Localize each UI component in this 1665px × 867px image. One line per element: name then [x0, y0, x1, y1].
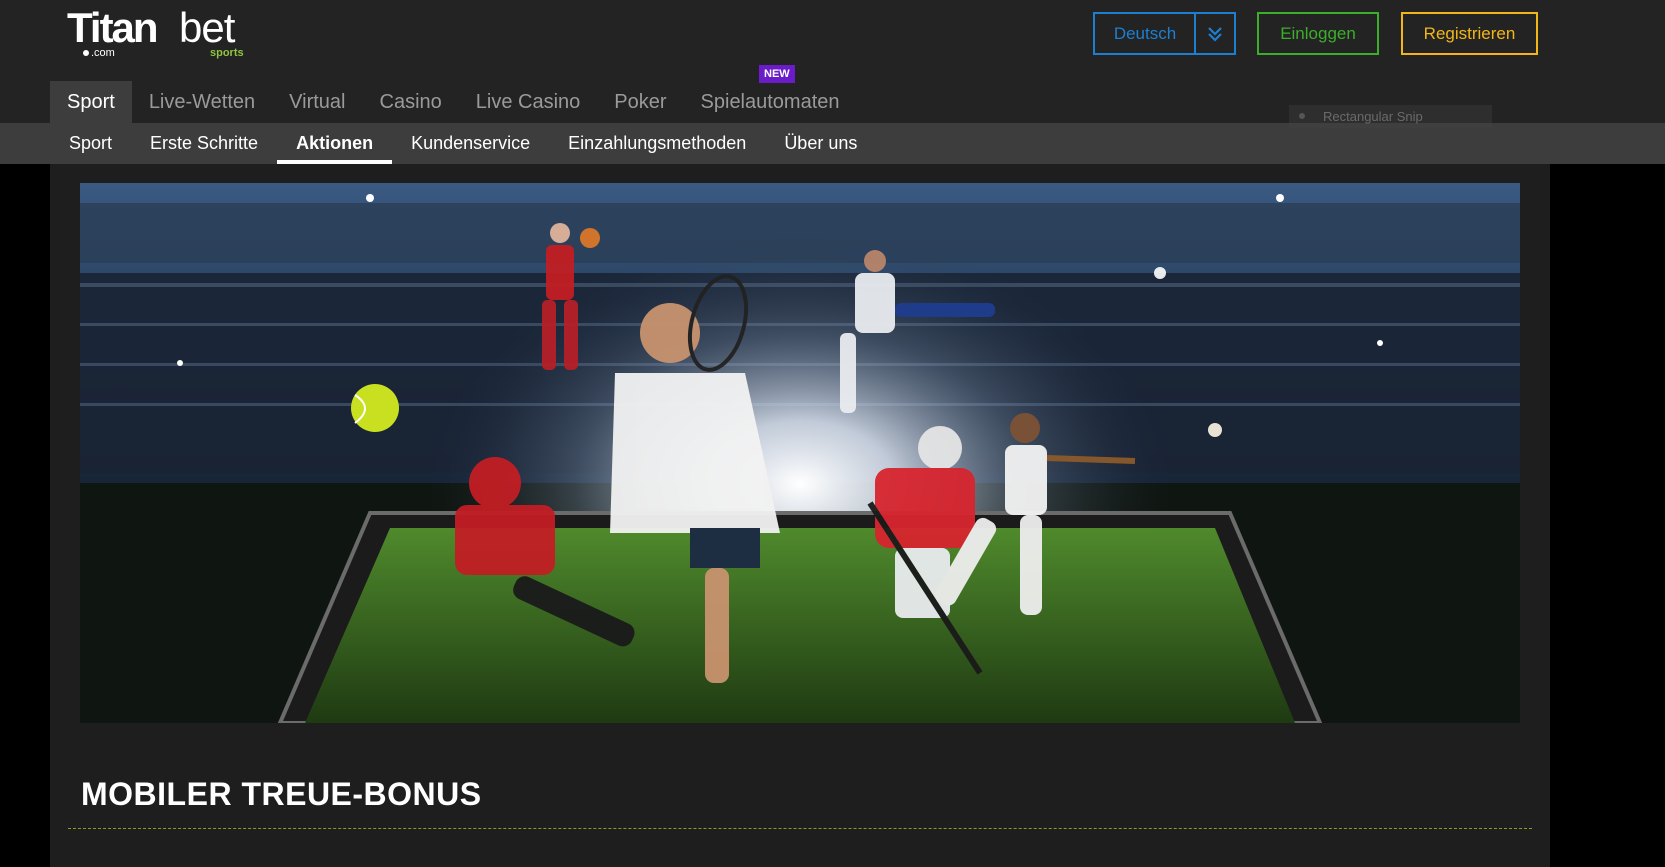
rectangular-snip-overlay: Rectangular Snip	[1289, 105, 1492, 128]
register-button[interactable]: Registrieren	[1401, 12, 1538, 55]
main-nav-spielautomaten[interactable]: Spielautomaten	[684, 81, 857, 123]
main-nav-casino[interactable]: Casino	[363, 81, 459, 123]
language-select-button[interactable]: Deutsch	[1093, 12, 1195, 55]
main-nav-sport[interactable]: Sport	[50, 81, 132, 123]
sub-nav-einzahlungsmethoden[interactable]: Einzahlungsmethoden	[549, 123, 765, 164]
logo-suffix: .com	[83, 47, 115, 59]
sub-nav-kundenservice[interactable]: Kundenservice	[392, 123, 549, 164]
language-dropdown-toggle[interactable]	[1194, 12, 1236, 55]
main-nav-live-wetten[interactable]: Live-Wetten	[132, 81, 272, 123]
sub-nav-aktionen[interactable]: Aktionen	[277, 123, 393, 164]
heading-divider	[68, 828, 1532, 829]
sub-nav: Sport Erste Schritte Aktionen Kundenserv…	[0, 123, 1665, 164]
promo-banner-image	[80, 183, 1520, 723]
main-content: MOBILER TREUE-BONUS	[50, 164, 1550, 867]
main-nav: Sport Live-Wetten Virtual Casino Live Ca…	[50, 81, 857, 123]
main-nav-live-casino[interactable]: Live Casino	[459, 81, 598, 123]
new-badge: NEW	[759, 65, 795, 83]
main-nav-virtual[interactable]: Virtual	[272, 81, 362, 123]
main-nav-poker[interactable]: Poker	[597, 81, 683, 123]
page-title: MOBILER TREUE-BONUS	[81, 776, 482, 812]
logo-brand-bold: Titan	[67, 4, 159, 51]
double-chevron-down-icon	[1208, 26, 1222, 42]
sub-nav-sport[interactable]: Sport	[50, 123, 131, 164]
login-button[interactable]: Einloggen	[1257, 12, 1379, 55]
sub-nav-ueber-uns[interactable]: Über uns	[765, 123, 876, 164]
logo-tagline: sports	[210, 47, 244, 59]
sub-nav-erste-schritte[interactable]: Erste Schritte	[131, 123, 277, 164]
logo-brand-light: bet	[179, 4, 235, 51]
titanbet-logo[interactable]: Titan bet .com sports	[67, 4, 247, 62]
